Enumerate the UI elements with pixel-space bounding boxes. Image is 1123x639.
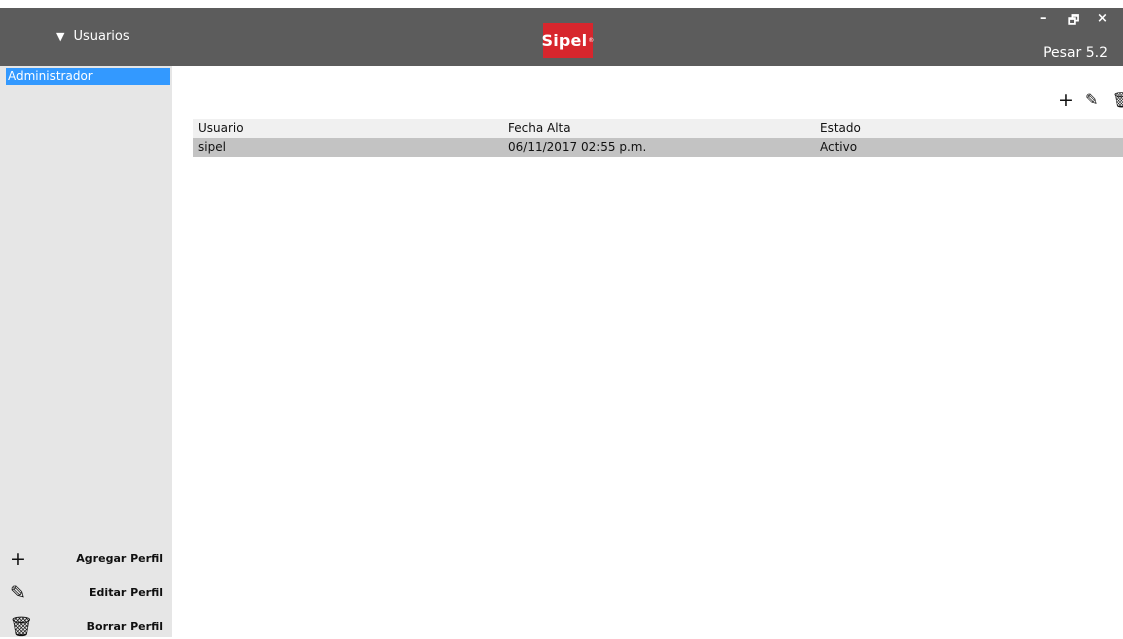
column-header-estado[interactable]: Estado [820, 119, 861, 138]
sipel-logo: Sipel ® [541, 23, 595, 58]
edit-user-icon[interactable]: ✎ [1085, 90, 1098, 110]
pencil-icon: ✎ [10, 582, 26, 604]
column-header-usuario[interactable]: Usuario [198, 119, 244, 138]
table-header: Usuario Fecha Alta Estado [193, 119, 1123, 138]
profiles-sidebar: Administrador + Agregar Perfil ✎ Editar … [0, 66, 172, 639]
top-border [0, 0, 1123, 8]
column-header-fecha-alta[interactable]: Fecha Alta [508, 119, 571, 138]
cell-fecha-alta: 06/11/2017 02:55 p.m. [508, 140, 647, 154]
app-version: Pesar 5.2 [1043, 45, 1108, 61]
delete-profile-button[interactable]: 🗑 Borrar Perfil [0, 615, 172, 639]
delete-profile-label: Borrar Perfil [86, 620, 163, 633]
usuarios-menu-toggle[interactable]: ▼ Usuarios [56, 29, 130, 44]
triangle-down-icon: ▼ [56, 30, 65, 43]
add-profile-label: Agregar Perfil [76, 552, 163, 565]
table-row[interactable]: sipel 06/11/2017 02:55 p.m. Activo [193, 138, 1123, 157]
nav-label: Usuarios [73, 29, 130, 44]
cell-estado: Activo [820, 140, 858, 154]
trash-icon: 🗑 [9, 616, 34, 638]
add-user-icon[interactable]: + [1058, 89, 1074, 111]
cell-usuario: sipel [198, 140, 226, 154]
users-table: Usuario Fecha Alta Estado sipel 06/11/20… [193, 119, 1123, 157]
edit-profile-button[interactable]: ✎ Editar Perfil [0, 581, 172, 605]
add-profile-button[interactable]: + Agregar Perfil [0, 547, 172, 571]
logo-text: Sipel [541, 31, 588, 50]
title-bar: ▼ Usuarios Sipel ® – 🗗 × Pesar 5.2 [0, 0, 1123, 66]
minimize-icon[interactable]: – [1040, 11, 1047, 26]
plus-icon: + [10, 548, 26, 570]
profile-item-administrador[interactable]: Administrador [6, 68, 170, 85]
registered-mark: ® [588, 37, 595, 44]
restore-window-icon[interactable]: 🗗 [1068, 11, 1079, 32]
delete-user-icon[interactable]: 🗑 [1112, 91, 1123, 111]
close-icon[interactable]: × [1097, 11, 1108, 26]
edit-profile-label: Editar Perfil [89, 586, 163, 599]
